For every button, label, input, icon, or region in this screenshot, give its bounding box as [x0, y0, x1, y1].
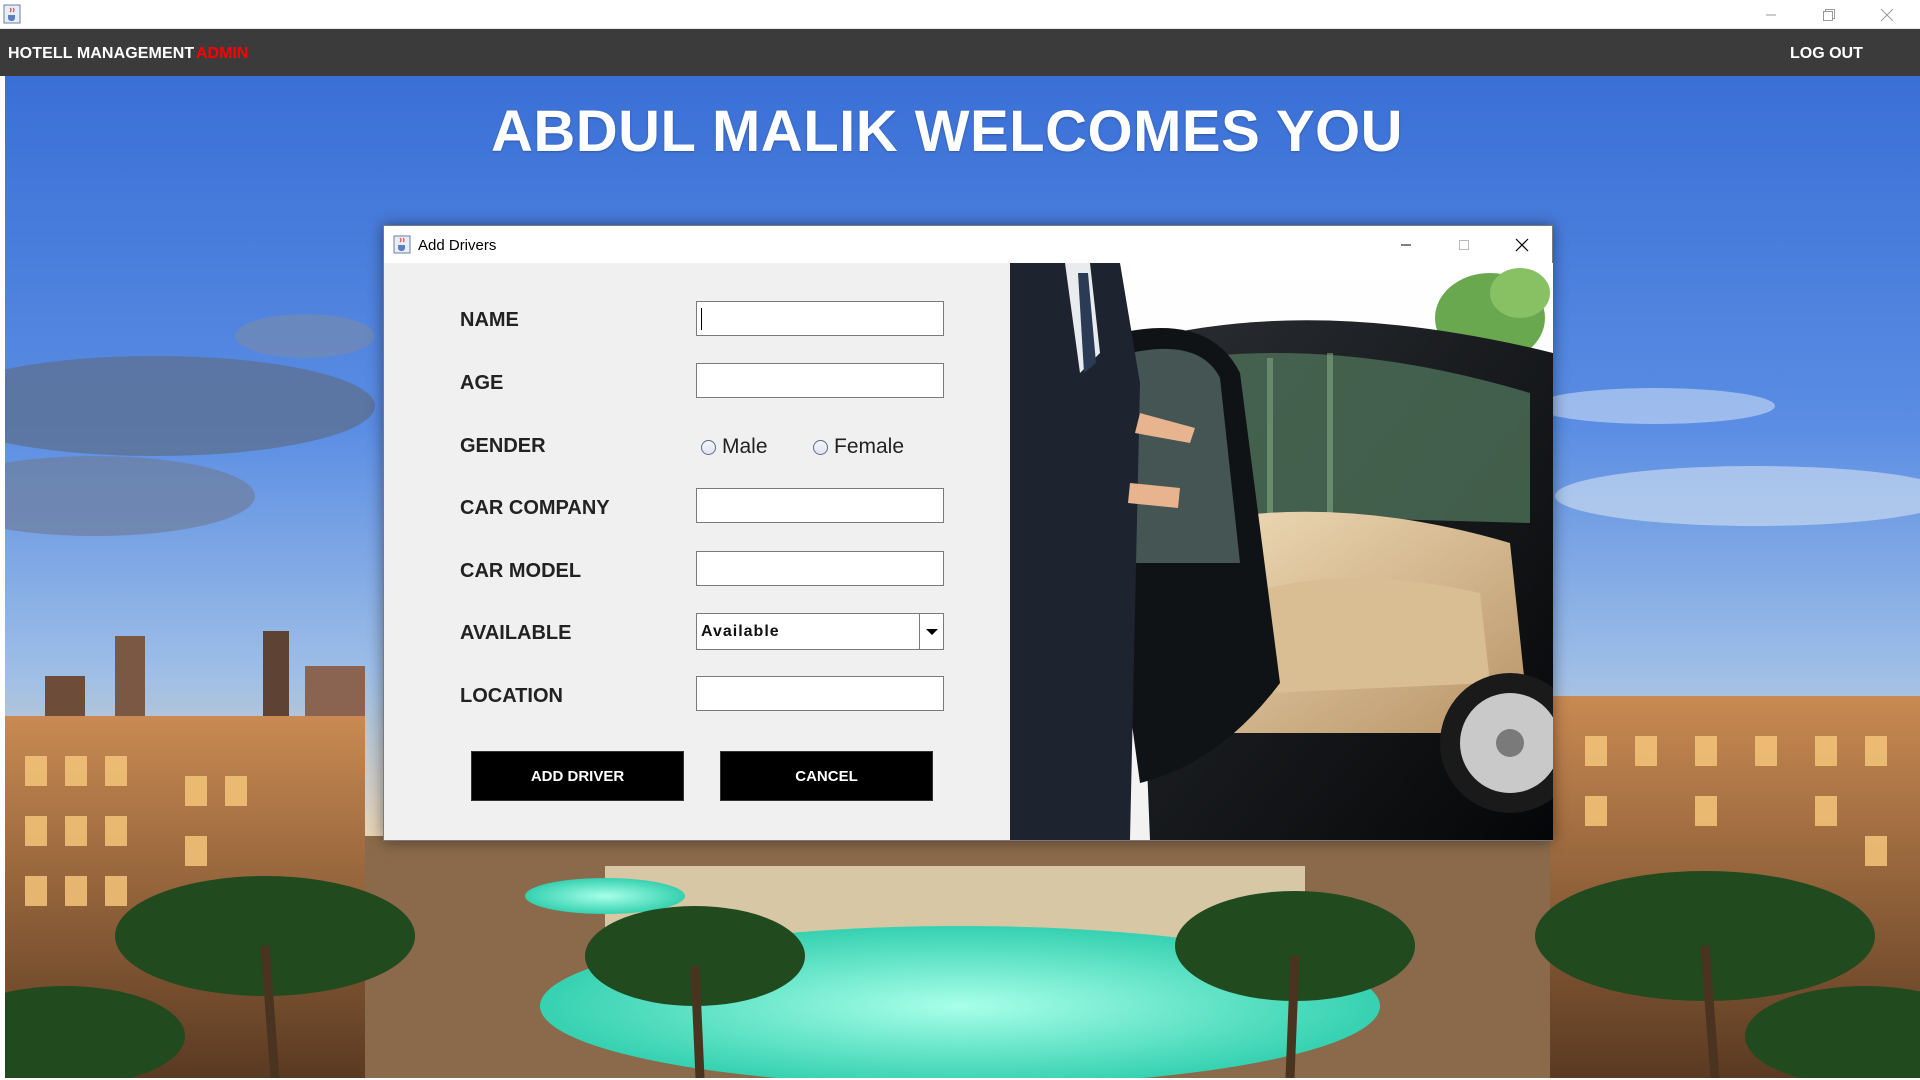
name-label: NAME: [460, 309, 519, 331]
menu-bar: HOTELL MANAGEMENT ADMIN LOG OUT: [0, 29, 1920, 76]
car-company-field[interactable]: [696, 488, 944, 523]
restore-icon[interactable]: [1800, 0, 1858, 29]
cancel-button[interactable]: CANCEL: [720, 751, 933, 801]
available-selected-value: Available: [701, 623, 780, 640]
add-drivers-dialog: Add Drivers NAME AGE GENDER CAR COMPANY …: [383, 225, 1553, 841]
dialog-titlebar[interactable]: Add Drivers: [384, 226, 1552, 263]
gender-male-label: Male: [722, 435, 768, 458]
gender-female-label: Female: [834, 435, 905, 458]
age-field[interactable]: [696, 363, 944, 398]
minimize-icon[interactable]: [1742, 0, 1800, 29]
maximize-icon: [1435, 226, 1493, 263]
app-title: HOTELL MANAGEMENT: [8, 45, 195, 62]
java-cup-icon: [3, 4, 21, 24]
welcome-heading: ABDUL MALIK WELCOMES YOU: [490, 99, 1404, 164]
gender-label: GENDER: [460, 435, 546, 457]
location-label: LOCATION: [460, 685, 563, 707]
add-driver-button[interactable]: ADD DRIVER: [471, 751, 684, 801]
car-model-label: CAR MODEL: [460, 560, 582, 582]
car-company-label: CAR COMPANY: [460, 497, 610, 519]
chauffeur-car-image: [1010, 263, 1553, 840]
logout-button[interactable]: LOG OUT: [1790, 45, 1863, 63]
chevron-down-icon[interactable]: [919, 614, 943, 649]
available-dropdown[interactable]: Available: [696, 613, 944, 650]
text-caret: [701, 308, 702, 330]
available-label: AVAILABLE: [460, 622, 572, 644]
dialog-title: Add Drivers: [418, 237, 497, 254]
minimize-icon[interactable]: [1377, 226, 1435, 263]
close-icon[interactable]: [1858, 0, 1916, 29]
gender-male-radio[interactable]: Male: [701, 435, 768, 459]
car-model-field[interactable]: [696, 551, 944, 586]
radio-button-icon[interactable]: [813, 439, 828, 455]
window-titlebar: [0, 0, 1920, 29]
location-field[interactable]: [696, 676, 944, 711]
role-label: ADMIN: [196, 45, 249, 62]
radio-button-icon[interactable]: [701, 439, 716, 455]
java-cup-icon: [393, 235, 411, 254]
age-label: AGE: [460, 372, 504, 394]
gender-female-radio[interactable]: Female: [813, 435, 904, 459]
name-field[interactable]: [696, 301, 944, 336]
close-icon[interactable]: [1493, 226, 1551, 263]
